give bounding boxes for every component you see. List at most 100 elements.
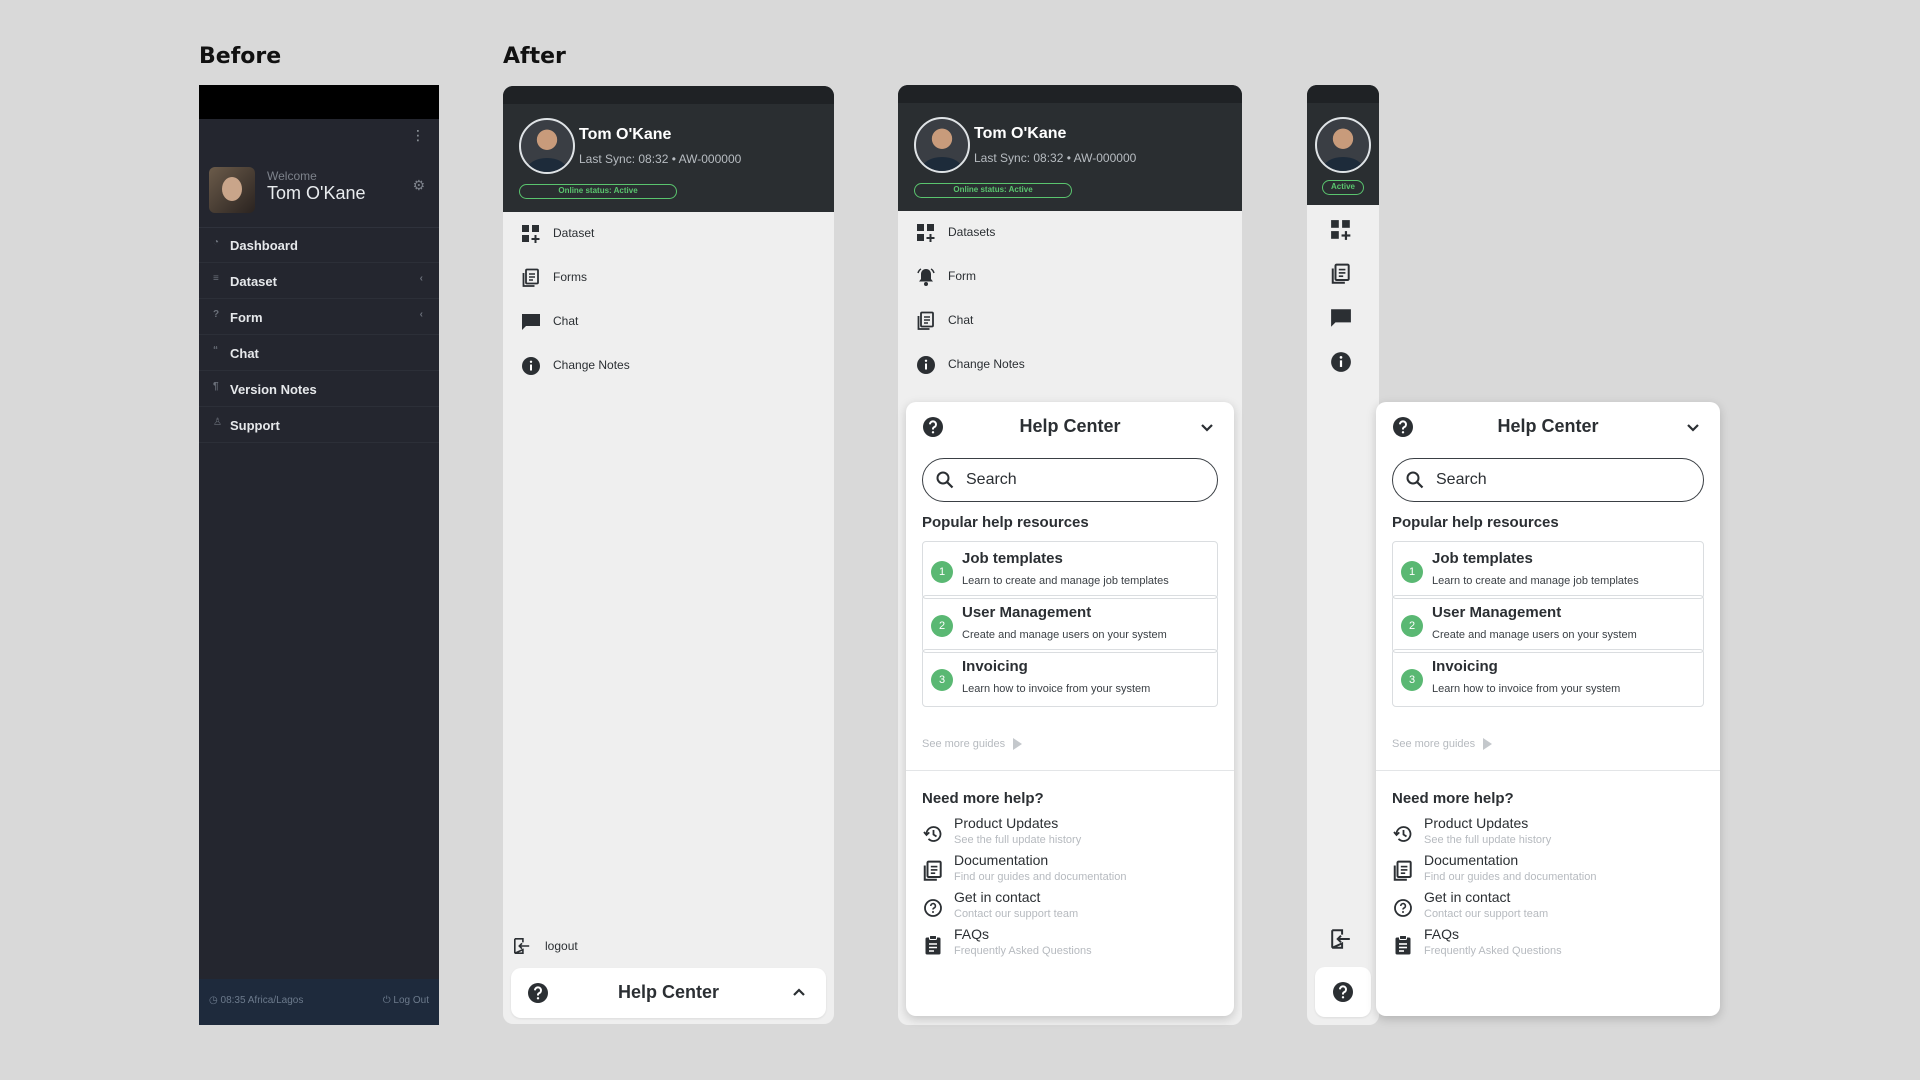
help-link-faqs[interactable]: FAQs Frequently Asked Questions bbox=[1392, 926, 1704, 966]
link-description: Contact our support team bbox=[1424, 908, 1549, 920]
help-link-get-in-contact[interactable]: Get in contact Contact our support team bbox=[1392, 889, 1704, 929]
step-number-badge: 1 bbox=[931, 561, 953, 583]
logout-link[interactable]: ⏻ Log Out bbox=[383, 995, 429, 1006]
dashboard-icon: ◔ bbox=[213, 237, 220, 248]
chevron-up-icon[interactable] bbox=[790, 984, 808, 1002]
grid-add-icon bbox=[521, 224, 541, 244]
power-icon: ⏻ bbox=[382, 995, 394, 1006]
search-input[interactable]: Search bbox=[922, 458, 1218, 502]
see-more-label: See more guides bbox=[1392, 738, 1476, 750]
info-icon bbox=[521, 356, 541, 376]
before-user-row: Welcome Tom O'Kane ⚙ bbox=[209, 167, 429, 217]
quote-icon: “ bbox=[213, 345, 218, 356]
chevron-down-icon[interactable] bbox=[1684, 418, 1702, 436]
more-vert-icon[interactable]: ⋮ bbox=[411, 127, 425, 144]
user-name: Tom O'Kane bbox=[267, 183, 366, 203]
nav-label: Dataset bbox=[553, 226, 595, 240]
card-description: Learn how to invoice from your system bbox=[962, 683, 1151, 695]
help-link-product-updates[interactable]: Product Updates See the full update histo… bbox=[1392, 815, 1704, 855]
help-link-get-in-contact[interactable]: Get in contact Contact our support team bbox=[922, 889, 1218, 929]
after-heading: After bbox=[503, 44, 566, 69]
sidebar-item-support[interactable]: ♙ Support bbox=[199, 407, 439, 443]
help-center-collapsed[interactable]: Help Center bbox=[511, 968, 826, 1018]
sidebar-item-label: Chat bbox=[230, 346, 259, 361]
help-resource-card[interactable]: 3 Invoicing Learn how to invoice from your… bbox=[922, 649, 1218, 707]
help-link-documentation[interactable]: Documentation Find our guides and documen… bbox=[922, 852, 1218, 892]
logout-label: logout bbox=[545, 939, 578, 953]
sidebar-item-label: Dashboard bbox=[230, 238, 298, 253]
chevron-left-icon: ‹ bbox=[419, 273, 423, 284]
grid-add-icon[interactable] bbox=[1330, 219, 1352, 241]
link-description: See the full update history bbox=[954, 834, 1082, 846]
nav-label: Chat bbox=[553, 314, 579, 328]
before-heading: Before bbox=[199, 44, 282, 69]
nav-item-dataset[interactable]: Dataset bbox=[503, 212, 834, 256]
gear-icon[interactable]: ⚙ bbox=[412, 177, 425, 194]
sidebar-item-chat[interactable]: “ Chat bbox=[199, 335, 439, 371]
nav-item-chat[interactable]: Chat bbox=[898, 299, 1242, 343]
card-title: User Management bbox=[1432, 604, 1562, 621]
sidebar-item-version-notes[interactable]: ¶ Version Notes bbox=[199, 371, 439, 407]
nav-label: Datasets bbox=[948, 225, 996, 239]
help-resource-card[interactable]: 3 Invoicing Learn how to invoice from your… bbox=[1392, 649, 1704, 707]
link-title: Documentation bbox=[1424, 852, 1519, 868]
avatar bbox=[914, 117, 970, 173]
nav-item-change-notes[interactable]: Change Notes bbox=[898, 343, 1242, 387]
popular-heading: Popular help resources bbox=[922, 514, 1089, 531]
logout-icon[interactable] bbox=[1330, 928, 1352, 950]
avatar bbox=[1315, 117, 1371, 173]
question-icon: ? bbox=[213, 309, 220, 320]
help-resource-card[interactable]: 1 Job templates Learn to create and manage… bbox=[1392, 541, 1704, 599]
clock-icon: ◷ bbox=[209, 995, 221, 1006]
help-circle-icon bbox=[1392, 897, 1414, 919]
need-help-heading: Need more help? bbox=[922, 790, 1044, 807]
nav-label: Change Notes bbox=[553, 358, 630, 372]
logout-button[interactable]: logout bbox=[503, 931, 834, 961]
sync-info: Last Sync: 08:32 • AW-000000 bbox=[579, 152, 742, 166]
documents-icon[interactable] bbox=[1330, 263, 1352, 285]
link-title: Get in contact bbox=[1424, 889, 1511, 905]
divider bbox=[1376, 770, 1720, 771]
help-center-panel: Help Center Search Popular help resources 1… bbox=[906, 402, 1234, 1016]
chevron-down-icon[interactable] bbox=[1198, 418, 1216, 436]
sidebar-item-label: Form bbox=[230, 310, 263, 325]
info-icon[interactable] bbox=[1330, 351, 1352, 373]
nav-item-forms[interactable]: Forms bbox=[503, 256, 834, 300]
support-icon: ♙ bbox=[213, 417, 222, 428]
bell-icon bbox=[916, 267, 936, 287]
help-resource-card[interactable]: 1 Job templates Learn to create and manage… bbox=[922, 541, 1218, 599]
card-description: Create and manage users on your system bbox=[1432, 629, 1637, 641]
nav-item-change-notes[interactable]: Change Notes bbox=[503, 344, 834, 388]
sidebar-item-form[interactable]: ? Form ‹ bbox=[199, 299, 439, 335]
nav-item-form[interactable]: Form bbox=[898, 255, 1242, 299]
nav-item-chat[interactable]: Chat bbox=[503, 300, 834, 344]
search-input[interactable]: Search bbox=[1392, 458, 1704, 502]
documents-icon bbox=[521, 268, 541, 288]
help-resource-card[interactable]: 2 User Management Create and manage users … bbox=[1392, 595, 1704, 653]
link-description: See the full update history bbox=[1424, 834, 1552, 846]
sync-info: Last Sync: 08:32 • AW-000000 bbox=[974, 151, 1137, 165]
info-icon bbox=[916, 355, 936, 375]
link-title: FAQs bbox=[1424, 926, 1460, 942]
card-title: User Management bbox=[962, 604, 1092, 621]
search-placeholder: Search bbox=[1436, 471, 1487, 488]
see-more-guides-link[interactable]: See more guides bbox=[922, 738, 1023, 751]
chat-icon[interactable] bbox=[1330, 307, 1352, 329]
help-circle-icon bbox=[922, 897, 944, 919]
help-center-collapsed[interactable] bbox=[1315, 967, 1371, 1017]
see-more-guides-link[interactable]: See more guides bbox=[1392, 738, 1493, 751]
help-link-faqs[interactable]: FAQs Frequently Asked Questions bbox=[922, 926, 1218, 966]
link-description: Contact our support team bbox=[954, 908, 1079, 920]
sidebar-item-dataset[interactable]: ≡ Dataset ‹ bbox=[199, 263, 439, 299]
link-title: Product Updates bbox=[1424, 815, 1529, 831]
step-number-badge: 2 bbox=[1401, 615, 1423, 637]
help-resource-card[interactable]: 2 User Management Create and manage users … bbox=[922, 595, 1218, 653]
sidebar-item-dashboard[interactable]: ◔ Dashboard bbox=[199, 227, 439, 263]
nav-item-datasets[interactable]: Datasets bbox=[898, 211, 1242, 255]
help-link-documentation[interactable]: Documentation Find our guides and documen… bbox=[1392, 852, 1704, 892]
help-icon bbox=[1332, 981, 1354, 1003]
link-description: Frequently Asked Questions bbox=[954, 945, 1092, 957]
help-link-product-updates[interactable]: Product Updates See the full update histo… bbox=[922, 815, 1218, 855]
help-center-title: Help Center bbox=[1019, 416, 1121, 436]
nav-label: Form bbox=[948, 269, 976, 283]
